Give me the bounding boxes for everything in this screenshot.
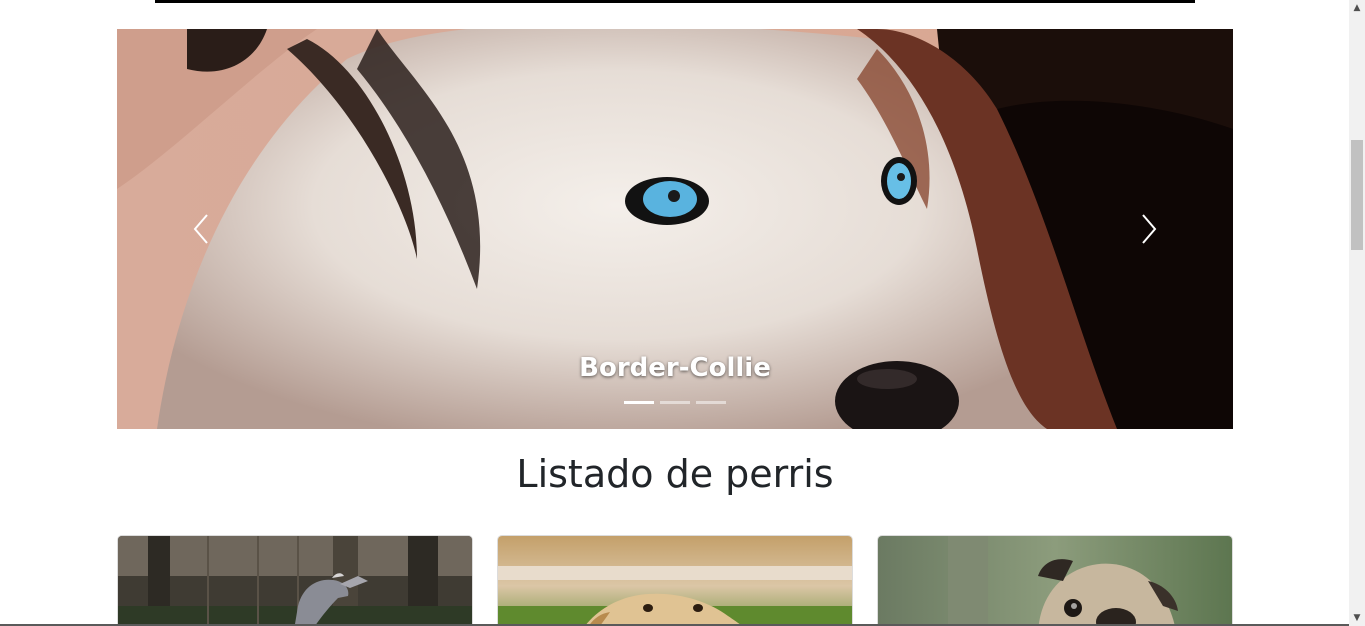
- carousel-indicator-3[interactable]: [696, 401, 726, 404]
- dog-card[interactable]: [877, 535, 1233, 626]
- dog-card[interactable]: [497, 535, 853, 626]
- dog-carousel: Border-Collie: [117, 29, 1233, 429]
- golden-retriever-photo: [498, 536, 852, 626]
- carousel-indicator-1[interactable]: [624, 401, 654, 404]
- scroll-down-arrow-icon[interactable]: ▼: [1349, 610, 1365, 626]
- section-title: Listado de perris: [516, 452, 834, 496]
- vertical-scrollbar[interactable]: ▲ ▼: [1349, 0, 1365, 626]
- scroll-up-arrow-icon[interactable]: ▲: [1349, 0, 1365, 16]
- navbar-border: [155, 0, 1195, 3]
- carousel-indicator-2[interactable]: [660, 401, 690, 404]
- carousel-indicators: [117, 401, 1233, 404]
- dog-card[interactable]: [117, 535, 473, 626]
- carousel-caption: Border-Collie: [579, 353, 771, 383]
- scrollbar-thumb[interactable]: [1351, 140, 1363, 250]
- page: Border-Collie Listado de perris: [0, 0, 1349, 626]
- chevron-right-icon: [1142, 214, 1157, 244]
- dog-card-list: [117, 535, 1233, 626]
- greyhound-photo: [118, 536, 472, 626]
- pug-photo: [878, 536, 1232, 626]
- chevron-left-icon: [193, 214, 208, 244]
